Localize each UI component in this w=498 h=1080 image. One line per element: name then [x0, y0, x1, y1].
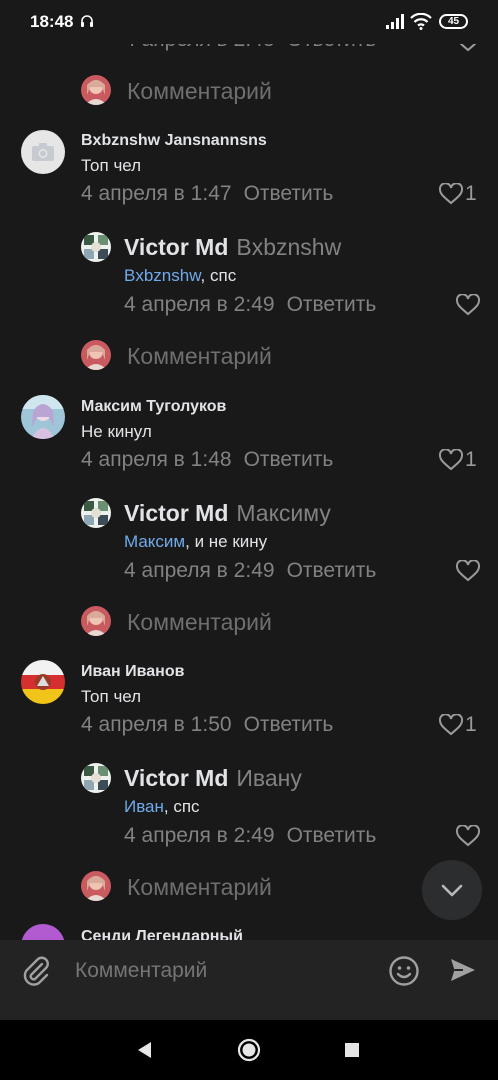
reply-button[interactable]: Ответить — [244, 182, 334, 205]
mention-link[interactable]: Bxbznshw — [124, 266, 201, 285]
system-nav-bar — [0, 1020, 498, 1080]
reply-button[interactable]: Ответить — [244, 448, 334, 471]
back-icon[interactable] — [135, 1040, 153, 1060]
reply-date: 4 апреля в 2:49 — [124, 559, 275, 582]
author-avatar — [21, 395, 65, 439]
comment-date: 4 апреля в 1:47 — [81, 182, 232, 205]
reply-text: Максим, и не кину — [124, 532, 268, 551]
reply-recipient: Максиму — [236, 500, 331, 526]
signal-icon — [386, 14, 404, 29]
camera-icon — [32, 143, 54, 161]
home-icon[interactable] — [237, 1038, 261, 1062]
reply-avatar — [81, 763, 111, 793]
heart-icon[interactable] — [455, 294, 481, 316]
heart-icon[interactable] — [455, 560, 481, 582]
add-comment-prompt[interactable]: Комментарий — [127, 609, 272, 636]
my-avatar — [81, 606, 111, 636]
comment-meta: 4 апреля в 1:47 Ответить — [81, 182, 333, 206]
comment-text: Топ чел — [81, 687, 142, 706]
reply-text: Иван, спс — [124, 797, 200, 816]
comment-author[interactable]: Иван Иванов — [81, 663, 184, 681]
like-count: 1 — [465, 448, 477, 471]
reply-author[interactable]: Victor Md — [124, 500, 228, 526]
heart-icon[interactable] — [438, 714, 464, 736]
smile-icon[interactable] — [388, 955, 420, 987]
recents-icon[interactable] — [344, 1042, 360, 1058]
reply-button[interactable]: Ответить — [244, 713, 334, 736]
comment-meta: 4 апреля в 1:48 Ответить — [81, 448, 333, 472]
reply-date: 4 апреля в 2:49 — [124, 824, 275, 847]
scroll-down-button[interactable] — [422, 860, 482, 920]
like-count: 1 — [465, 713, 477, 736]
comment-date: 4 апреля в 1:48 — [81, 448, 232, 471]
heart-icon[interactable] — [455, 825, 481, 847]
reply-avatar — [81, 498, 111, 528]
comment-date: 4 апреля в 1:50 — [81, 713, 232, 736]
my-avatar — [81, 871, 111, 901]
like-count: 1 — [465, 182, 477, 205]
mention-link[interactable]: Иван — [124, 797, 164, 816]
reply-button[interactable]: Ответить — [287, 293, 377, 316]
reply-date: 4 апреля в 2:49 — [124, 293, 275, 316]
heart-icon[interactable] — [438, 183, 464, 205]
comment-input[interactable] — [73, 958, 377, 984]
reply-meta: 4 апреля в 2:49 Ответить — [124, 824, 376, 848]
my-avatar — [81, 75, 111, 105]
comment-author[interactable]: Максим Туголуков — [81, 398, 226, 416]
reply-header: Victor Md Bxbznshw — [124, 234, 341, 261]
add-comment-prompt[interactable]: Комментарий — [127, 78, 272, 105]
reply-text: Bxbznshw, спс — [124, 266, 237, 285]
heart-icon[interactable] — [438, 449, 464, 471]
reply-author[interactable]: Victor Md — [124, 234, 228, 260]
headphones-icon — [81, 15, 93, 27]
battery-indicator: 45 — [439, 14, 468, 29]
reply-header: Victor Md Ивану — [124, 765, 302, 792]
comment-text: Не кинул — [81, 422, 152, 441]
reply-meta: 4 апреля в 2:49 Ответить — [124, 293, 376, 317]
comment-author[interactable]: Bxbznshw Jansnannsns — [81, 132, 267, 150]
mention-link[interactable]: Максим — [124, 532, 185, 551]
status-time: 18:48 — [30, 12, 74, 31]
reply-recipient: Bxbznshw — [236, 234, 342, 260]
reply-header: Victor Md Максиму — [124, 500, 331, 527]
comment-meta: 4 апреля в 1:50 Ответить — [81, 713, 333, 737]
send-icon[interactable] — [448, 955, 478, 985]
my-avatar — [81, 340, 111, 370]
reply-recipient: Ивану — [236, 765, 302, 791]
wifi-icon — [410, 13, 432, 30]
add-comment-prompt[interactable]: Комментарий — [127, 343, 272, 370]
status-bar: 18:48 45 — [0, 0, 498, 44]
reply-button[interactable]: Ответить — [287, 559, 377, 582]
add-comment-prompt[interactable]: Комментарий — [127, 874, 272, 901]
reply-meta: 4 апреля в 2:49 Ответить — [124, 559, 376, 583]
reply-avatar — [81, 232, 111, 262]
comment-text: Топ чел — [81, 156, 142, 175]
author-avatar — [21, 660, 65, 704]
reply-author[interactable]: Victor Md — [124, 765, 228, 791]
avatar-placeholder — [21, 130, 65, 174]
reply-button[interactable]: Ответить — [287, 824, 377, 847]
paperclip-icon[interactable] — [21, 955, 51, 987]
chevron-down-icon — [441, 884, 463, 897]
